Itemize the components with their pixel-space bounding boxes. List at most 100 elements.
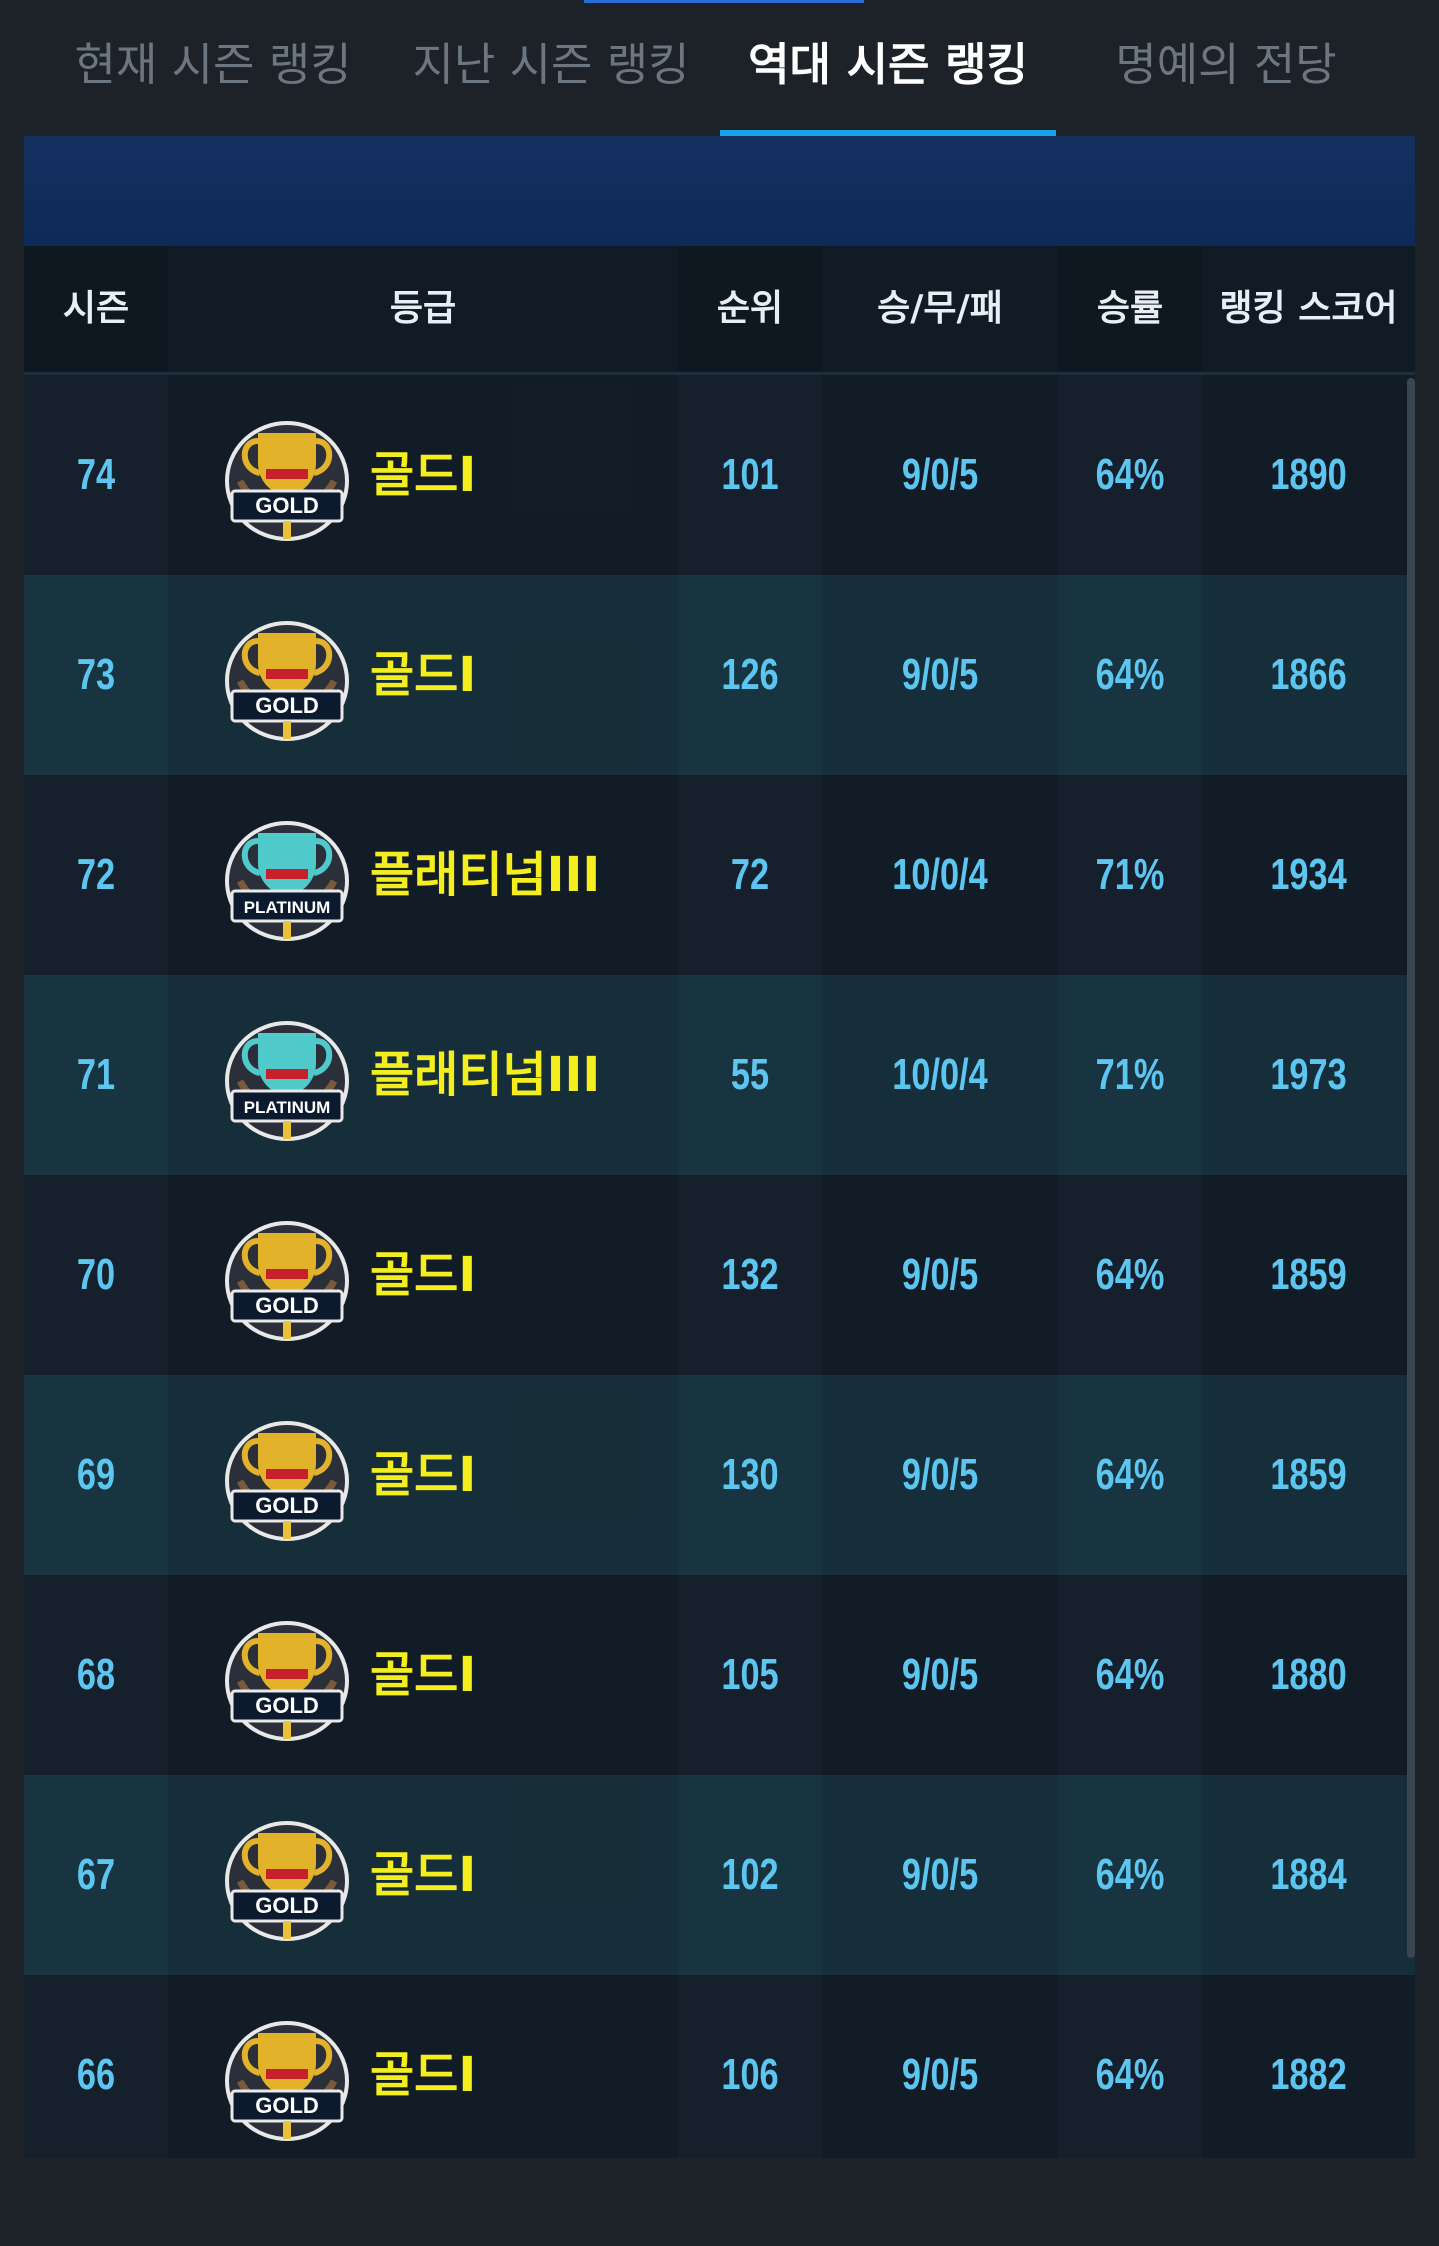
rank-cell: 106 — [721, 2050, 779, 2099]
record-cell: 9/0/5 — [901, 1450, 979, 1499]
gold-trophy-icon: GOLD — [225, 1421, 349, 1541]
gold-trophy-icon: GOLD — [225, 421, 349, 541]
banner — [24, 136, 1415, 246]
record-cell: 9/0/5 — [901, 2050, 979, 2099]
grade-cell: PLATINUM 플래티넘III — [220, 775, 650, 975]
winrate-cell: 64% — [1095, 1450, 1165, 1499]
rank-cell: 126 — [721, 650, 779, 699]
season-cell: 74 — [76, 450, 116, 499]
record-cell: 9/0/5 — [901, 1850, 979, 1899]
rank-cell: 102 — [721, 1850, 779, 1899]
winrate-cell: 64% — [1095, 1850, 1165, 1899]
platinum-trophy-icon: PLATINUM — [225, 1021, 349, 1141]
platinum-trophy-icon: PLATINUM — [225, 821, 349, 941]
svg-text:GOLD: GOLD — [255, 1693, 319, 1718]
table-row[interactable]: 70 GOLD 골드I 132 9/0/5 64% 1859 — [24, 1175, 1415, 1375]
tab-top-indicator — [584, 0, 864, 3]
gold-trophy-icon: GOLD — [225, 1621, 349, 1741]
score-cell: 1973 — [1270, 1050, 1347, 1099]
score-cell: 1884 — [1270, 1850, 1347, 1899]
score-cell: 1890 — [1270, 450, 1347, 499]
table-header: 시즌 등급 순위 승/무/패 승률 랭킹 스코어 — [24, 246, 1415, 375]
table-row[interactable]: 73 GOLD 골드I 126 9/0/5 64% 1866 — [24, 575, 1415, 775]
grade-name: 골드I — [370, 1447, 477, 1503]
ranking-tabs: 현재 시즌 랭킹 지난 시즌 랭킹 역대 시즌 랭킹 명예의 전당 — [0, 0, 1439, 140]
record-cell: 10/0/4 — [892, 1050, 988, 1099]
season-cell: 69 — [76, 1450, 116, 1499]
score-cell: 1859 — [1270, 1250, 1347, 1299]
table-row[interactable]: 74 GOLD 골드I 101 9/0/5 64% 1890 — [24, 375, 1415, 575]
record-cell: 9/0/5 — [901, 650, 979, 699]
rank-cell: 105 — [721, 1650, 779, 1699]
gold-trophy-icon: GOLD — [225, 1821, 349, 1941]
winrate-cell: 71% — [1095, 850, 1165, 899]
header-record: 승/무/패 — [822, 246, 1058, 372]
header-rank: 순위 — [716, 288, 784, 329]
season-cell: 67 — [76, 1850, 116, 1899]
winrate-cell: 64% — [1095, 1650, 1165, 1699]
gold-trophy-icon: GOLD — [225, 621, 349, 741]
grade-cell: GOLD 골드I — [220, 1575, 650, 1775]
grade-cell: GOLD 골드I — [220, 575, 650, 775]
svg-text:GOLD: GOLD — [255, 493, 319, 518]
tab-all-seasons[interactable]: 역대 시즌 랭킹 — [730, 25, 1046, 105]
rank-cell: 130 — [721, 1450, 779, 1499]
season-cell: 70 — [76, 1250, 116, 1299]
winrate-cell: 64% — [1095, 2050, 1165, 2099]
grade-cell: GOLD 골드I — [220, 1775, 650, 1975]
header-score: 랭킹 스코어 — [1202, 246, 1415, 372]
winrate-cell: 71% — [1095, 1050, 1165, 1099]
grade-name: 골드I — [370, 1847, 477, 1903]
gold-trophy-icon: GOLD — [225, 1221, 349, 1341]
season-cell: 71 — [76, 1050, 116, 1099]
svg-text:GOLD: GOLD — [255, 1493, 319, 1518]
score-cell: 1866 — [1270, 650, 1347, 699]
season-cell: 72 — [76, 850, 116, 899]
gold-trophy-icon: GOLD — [225, 2021, 349, 2141]
table-scrollbar[interactable] — [1407, 378, 1415, 1958]
table-row[interactable]: 67 GOLD 골드I 102 9/0/5 64% 1884 — [24, 1775, 1415, 1975]
table-body: 74 GOLD 골드I 101 9/0/5 64% 1890 73 GOLD 골… — [24, 375, 1415, 2175]
season-cell: 66 — [76, 2050, 116, 2099]
grade-name: 골드I — [370, 1647, 477, 1703]
svg-text:GOLD: GOLD — [255, 2093, 319, 2118]
header-winrate: 승률 — [1096, 288, 1164, 329]
svg-text:GOLD: GOLD — [255, 693, 319, 718]
grade-cell: GOLD 골드I — [220, 1375, 650, 1575]
winrate-cell: 64% — [1095, 1250, 1165, 1299]
table-row[interactable]: 72 PLATINUM 플래티넘III 72 10/0/4 71% 1934 — [24, 775, 1415, 975]
tab-hall-of-fame[interactable]: 명예의 전당 — [1108, 25, 1344, 105]
rank-cell: 55 — [730, 1050, 770, 1099]
grade-name: 플래티넘III — [370, 1047, 601, 1103]
record-cell: 10/0/4 — [892, 850, 988, 899]
grade-name: 골드I — [370, 447, 477, 503]
record-cell: 9/0/5 — [901, 1250, 979, 1299]
winrate-cell: 64% — [1095, 450, 1165, 499]
grade-name: 골드I — [370, 1247, 477, 1303]
record-cell: 9/0/5 — [901, 1650, 979, 1699]
rank-cell: 101 — [721, 450, 779, 499]
header-season: 시즌 — [62, 288, 130, 329]
score-cell: 1934 — [1270, 850, 1347, 899]
grade-name: 골드I — [370, 2047, 477, 2103]
season-cell: 68 — [76, 1650, 116, 1699]
season-ranking-table: 시즌 등급 순위 승/무/패 승률 랭킹 스코어 74 GOLD 골드I 101… — [24, 246, 1415, 2175]
rank-cell: 132 — [721, 1250, 779, 1299]
svg-text:GOLD: GOLD — [255, 1893, 319, 1918]
svg-text:PLATINUM: PLATINUM — [244, 898, 331, 917]
table-row[interactable]: 69 GOLD 골드I 130 9/0/5 64% 1859 — [24, 1375, 1415, 1575]
table-row[interactable]: 71 PLATINUM 플래티넘III 55 10/0/4 71% 1973 — [24, 975, 1415, 1175]
season-cell: 73 — [76, 650, 116, 699]
grade-name: 플래티넘III — [370, 847, 601, 903]
rank-cell: 72 — [730, 850, 770, 899]
tab-last-season[interactable]: 지난 시즌 랭킹 — [406, 25, 696, 105]
score-cell: 1882 — [1270, 2050, 1347, 2099]
table-row[interactable]: 66 GOLD 골드I 106 9/0/5 64% 1882 — [24, 1975, 1415, 2175]
score-cell: 1880 — [1270, 1650, 1347, 1699]
grade-cell: GOLD 골드I — [220, 1175, 650, 1375]
svg-text:PLATINUM: PLATINUM — [244, 1098, 331, 1117]
record-cell: 9/0/5 — [901, 450, 979, 499]
table-row[interactable]: 68 GOLD 골드I 105 9/0/5 64% 1880 — [24, 1575, 1415, 1775]
tab-current-season[interactable]: 현재 시즌 랭킹 — [68, 25, 358, 105]
grade-name: 골드I — [370, 647, 477, 703]
